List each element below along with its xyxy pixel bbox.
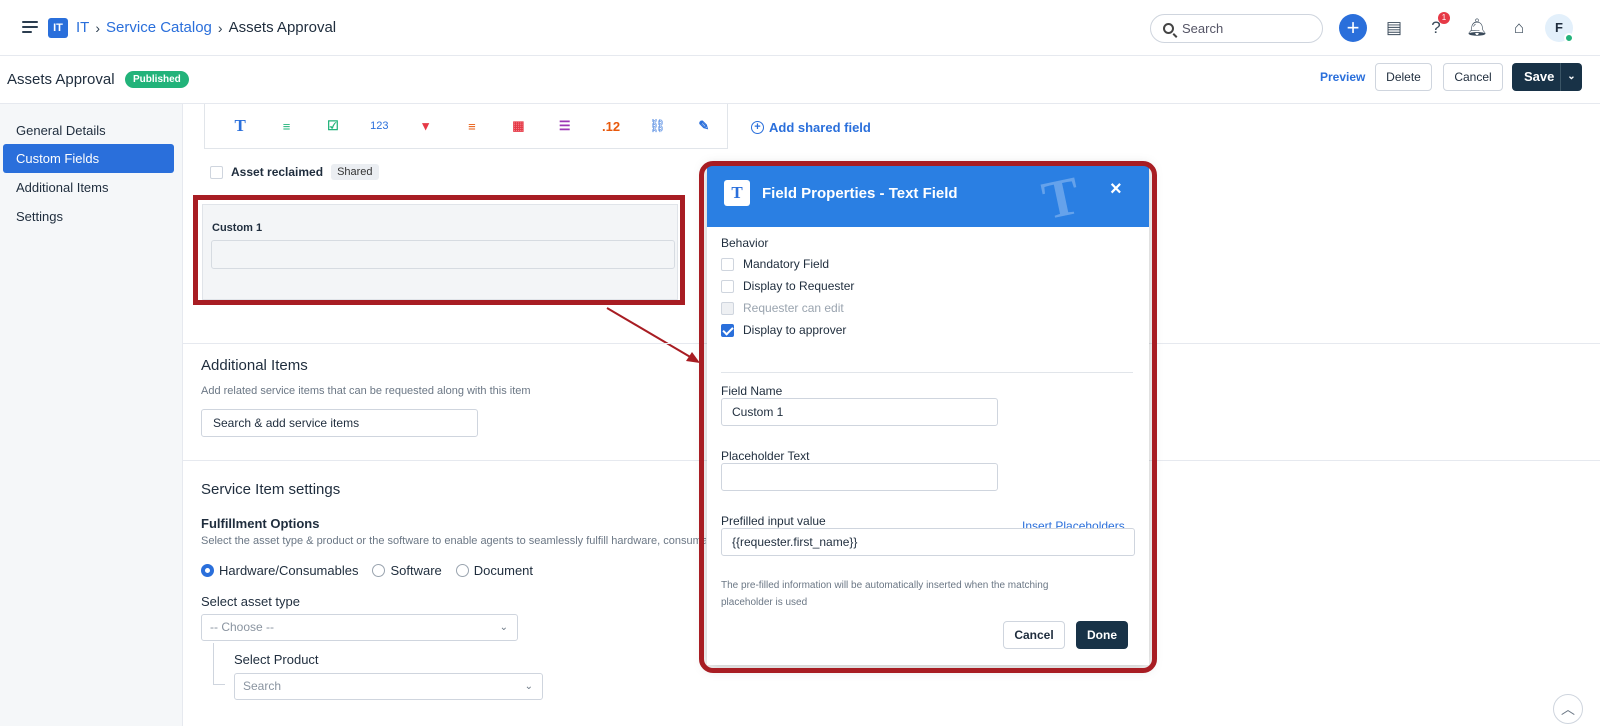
asset-type-select[interactable]: -- Choose -- ⌄	[201, 614, 518, 641]
radio-empty-icon	[455, 564, 469, 577]
service-items-search-input[interactable]: Search & add service items	[201, 409, 478, 437]
chevron-down-icon: ⌄	[524, 681, 533, 692]
additional-items-title: Additional Items	[201, 357, 308, 374]
asset-type-label: Select asset type	[201, 594, 300, 609]
radio-label: Software	[390, 563, 442, 578]
radio-hardware[interactable]: Hardware/Consumables	[201, 563, 358, 578]
tree-connector	[213, 643, 225, 685]
fulfillment-options-subtitle: Select the asset type & product or the s…	[201, 535, 706, 547]
product-select[interactable]: Search ⌄	[234, 673, 543, 700]
product-value: Search	[243, 679, 282, 693]
radio-document[interactable]: Document	[455, 563, 534, 578]
scroll-to-top-button[interactable]: ︿	[1553, 694, 1583, 724]
service-item-settings-title: Service Item settings	[201, 481, 341, 498]
radio-label: Document	[473, 563, 534, 578]
radio-software[interactable]: Software	[372, 563, 442, 578]
product-label: Select Product	[234, 652, 319, 667]
radio-selected-icon	[201, 564, 214, 577]
chevron-down-icon: ⌄	[499, 622, 508, 633]
additional-items-subtitle: Add related service items that can be re…	[201, 385, 531, 397]
radio-label: Hardware/Consumables	[219, 563, 359, 578]
annotation-highlight-box	[699, 161, 1157, 673]
fulfillment-radio-group: Hardware/Consumables Software Document	[201, 563, 533, 578]
asset-type-value: -- Choose --	[210, 620, 275, 634]
fulfillment-options-title: Fulfillment Options	[201, 516, 320, 531]
radio-empty-icon	[372, 564, 386, 577]
